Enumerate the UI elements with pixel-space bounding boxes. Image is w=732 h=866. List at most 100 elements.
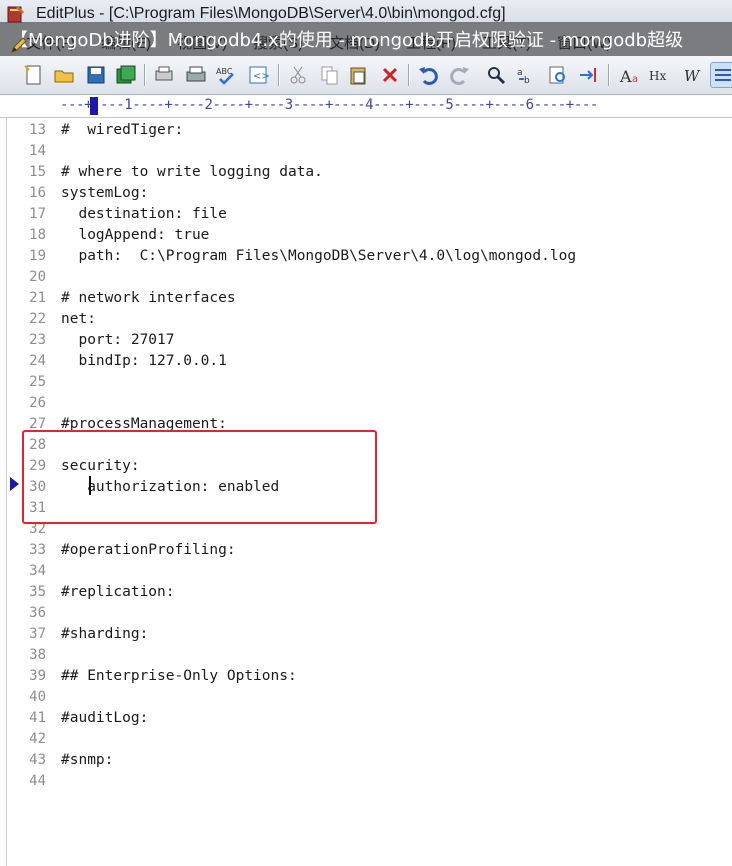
save-all-icon: [116, 65, 136, 84]
print-button[interactable]: [184, 63, 208, 87]
code-line[interactable]: 22 net:: [0, 309, 732, 330]
line-text: logAppend: true: [61, 227, 210, 243]
code-line[interactable]: 39 ## Enterprise-Only Options:: [0, 666, 732, 687]
line-text: #operationProfiling:: [61, 542, 236, 558]
line-text: # wiredTiger:: [61, 122, 184, 138]
find-in-files-icon: [549, 66, 565, 84]
code-line[interactable]: 38: [0, 645, 732, 666]
cut-button[interactable]: [286, 63, 310, 87]
code-line[interactable]: 33 #operationProfiling:: [0, 540, 732, 561]
line-number: 21: [29, 290, 46, 306]
toolbar: ABC <> a b Aa Hx W: [0, 56, 732, 95]
code-line[interactable]: 42: [0, 729, 732, 750]
line-number-button[interactable]: [710, 62, 732, 88]
paste-button[interactable]: [346, 63, 370, 87]
code-line[interactable]: 34: [0, 561, 732, 582]
font-icon: Aa: [619, 67, 638, 86]
word-wrap-button[interactable]: W: [682, 63, 706, 87]
code-line[interactable]: 24 bindIp: 127.0.0.1: [0, 351, 732, 372]
line-text: bindIp: 127.0.0.1: [61, 353, 227, 369]
replace-icon: ab: [517, 68, 530, 86]
replace-button[interactable]: ab: [514, 63, 538, 87]
save-button[interactable]: [84, 63, 108, 87]
ruler-cursor-marker: [90, 97, 98, 115]
print-icon: [186, 66, 206, 82]
line-text: #auditLog:: [61, 710, 149, 726]
line-number: 19: [29, 248, 46, 264]
editplus-app-icon[interactable]: [6, 4, 26, 24]
undo-button[interactable]: [416, 63, 440, 87]
code-line[interactable]: 15 # where to write logging data.: [0, 162, 732, 183]
redo-icon: [450, 67, 469, 85]
print-preview-icon: [155, 66, 173, 81]
svg-text:<>: <>: [253, 71, 270, 82]
code-line[interactable]: 13 # wiredTiger:: [0, 120, 732, 141]
code-line[interactable]: 18 logAppend: true: [0, 225, 732, 246]
code-line[interactable]: 21 # network interfaces: [0, 288, 732, 309]
spell-check-button[interactable]: ABC: [214, 63, 238, 87]
save-all-button[interactable]: [114, 63, 138, 87]
window-title: EditPlus - [C:\Program Files\MongoDB\Ser…: [36, 5, 506, 22]
toolbar-separator: [278, 64, 280, 86]
line-number: 35: [29, 584, 46, 600]
code-line[interactable]: 43 #snmp:: [0, 750, 732, 771]
html-toolbar-icon: <>: [249, 66, 270, 84]
line-number: 15: [29, 164, 46, 180]
code-line[interactable]: 23 port: 27017: [0, 330, 732, 351]
goto-line-button[interactable]: [576, 63, 600, 87]
line-text: systemLog:: [61, 185, 149, 201]
ruler-scale: ---+----1----+----2----+----3----+----4-…: [60, 97, 598, 113]
toolbar-separator: [408, 64, 410, 86]
code-line[interactable]: 37 #sharding:: [0, 624, 732, 645]
hex-icon: Hx: [649, 69, 666, 83]
delete-button[interactable]: [378, 63, 402, 87]
svg-text:ABC: ABC: [216, 67, 233, 76]
redo-button[interactable]: [448, 63, 472, 87]
code-line[interactable]: 35 #replication:: [0, 582, 732, 603]
code-line[interactable]: 16 systemLog:: [0, 183, 732, 204]
line-number: 23: [29, 332, 46, 348]
line-text: path: C:\Program Files\MongoDB\Server\4.…: [61, 248, 577, 264]
delete-icon: [382, 67, 398, 83]
line-number-icon: [715, 69, 731, 81]
font-button[interactable]: Aa: [618, 63, 642, 87]
copy-icon: [321, 66, 338, 85]
code-line[interactable]: 19 path: C:\Program Files\MongoDB\Server…: [0, 246, 732, 267]
line-text: destination: file: [61, 206, 227, 222]
hex-button[interactable]: Hx: [648, 63, 672, 87]
line-text: #snmp:: [61, 752, 114, 768]
code-line[interactable]: 20: [0, 267, 732, 288]
new-button[interactable]: [22, 63, 46, 87]
line-number: 36: [29, 605, 46, 621]
line-text: ## Enterprise-Only Options:: [61, 668, 297, 684]
svg-text:A: A: [619, 67, 632, 86]
open-button[interactable]: [52, 63, 76, 87]
line-text: #sharding:: [61, 626, 149, 642]
line-number: 40: [29, 689, 46, 705]
code-line[interactable]: 36: [0, 603, 732, 624]
line-number: 38: [29, 647, 46, 663]
goto-line-icon: [580, 68, 596, 82]
line-number: 42: [29, 731, 46, 747]
find-button[interactable]: [484, 63, 508, 87]
print-preview-button[interactable]: [152, 63, 176, 87]
security-block-highlight: [22, 430, 377, 524]
pencil-icon: [11, 37, 27, 53]
code-line[interactable]: 41 #auditLog:: [0, 708, 732, 729]
line-number: 18: [29, 227, 46, 243]
find-in-files-button[interactable]: [546, 63, 570, 87]
code-line[interactable]: 17 destination: file: [0, 204, 732, 225]
code-line[interactable]: 25: [0, 372, 732, 393]
html-toolbar-button[interactable]: <>: [246, 63, 270, 87]
code-line[interactable]: 44: [0, 771, 732, 792]
code-line[interactable]: 26: [0, 393, 732, 414]
code-line[interactable]: 14: [0, 141, 732, 162]
column-ruler: ---+----1----+----2----+----3----+----4-…: [0, 95, 732, 118]
toolbar-separator: [608, 64, 610, 86]
line-text: #replication:: [61, 584, 175, 600]
code-line[interactable]: 40: [0, 687, 732, 708]
line-number: 44: [29, 773, 46, 789]
copy-button[interactable]: [318, 63, 342, 87]
open-icon: [54, 70, 74, 83]
line-number: 13: [29, 122, 46, 138]
